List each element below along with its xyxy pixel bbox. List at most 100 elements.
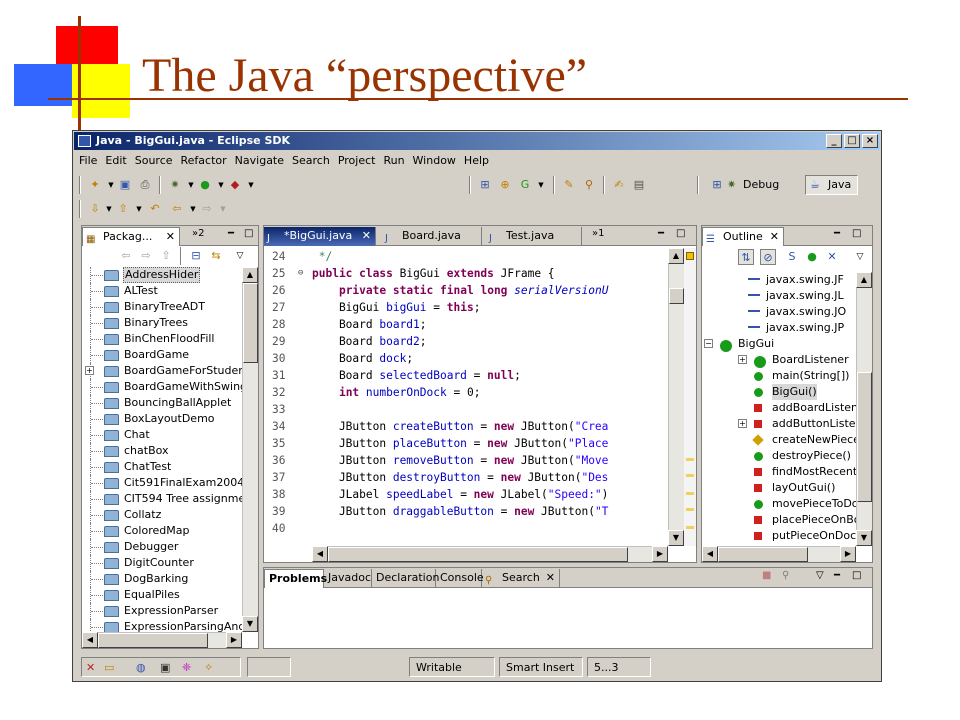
package-tree-item[interactable]: BoxLayoutDemo (82, 411, 242, 427)
back-icon[interactable]: ⇦ (169, 201, 185, 217)
code-line[interactable]: 24 */ (264, 248, 668, 265)
outline-tree-item[interactable]: findMostRecent (702, 464, 856, 480)
menu-navigate[interactable]: Navigate (231, 154, 288, 167)
scroll-left-button[interactable]: ◀ (702, 546, 718, 562)
problems-fastview-icon[interactable]: ✕ (86, 658, 95, 678)
outline-tree-item[interactable]: addBoardListen (702, 400, 856, 416)
maximize-view-icon[interactable]: □ (852, 228, 861, 239)
back-icon[interactable]: ⇦ (118, 248, 134, 264)
outline-tree-item[interactable]: javax.swing.JL (702, 288, 856, 304)
occurrence-marker[interactable] (686, 508, 694, 511)
scroll-thumb[interactable] (718, 547, 808, 562)
scroll-up-button[interactable]: ▲ (856, 272, 872, 288)
scroll-right-button[interactable]: ▶ (840, 546, 856, 562)
new-java-project-icon[interactable]: ⊞ (477, 177, 493, 193)
dropdown-arrow-icon[interactable]: ▼ (131, 201, 147, 217)
package-tree-item[interactable]: BinChenFloodFill (82, 331, 242, 347)
code-line[interactable]: 37 JButton destroyButton = new JButton("… (264, 469, 668, 486)
menu-file[interactable]: File (75, 154, 101, 167)
package-tree-item[interactable]: EqualPiles (82, 587, 242, 603)
scroll-thumb[interactable] (98, 633, 208, 648)
outline-tree-item[interactable]: javax.swing.JP (702, 320, 856, 336)
maximize-view-icon[interactable]: □ (852, 570, 861, 581)
outline-tree-item[interactable]: movePieceToDoc (702, 496, 856, 512)
outline-tree-item[interactable]: + addButtonListen (702, 416, 856, 432)
outline-tree-item[interactable]: main(String[]) (702, 368, 856, 384)
toggle-mark-icon[interactable]: ✍ (611, 177, 627, 193)
code-line[interactable]: 26 private static final long serialVersi… (264, 282, 668, 299)
tab-test-java[interactable]: J Test.java (486, 227, 582, 246)
debug-perspective-button[interactable]: ✷ Debug (725, 177, 779, 193)
menu-edit[interactable]: Edit (101, 154, 130, 167)
menu-window[interactable]: Window (409, 154, 460, 167)
minimize-view-icon[interactable]: ━ (658, 228, 664, 239)
collapse-all-icon[interactable]: ⊟ (188, 248, 204, 264)
scroll-right-button[interactable]: ▶ (226, 632, 242, 648)
menu-refactor[interactable]: Refactor (177, 154, 231, 167)
link-with-editor-icon[interactable]: ⇆ (208, 248, 224, 264)
maximize-view-icon[interactable]: □ (676, 228, 685, 239)
close-icon[interactable]: ✕ (770, 228, 779, 246)
scroll-down-button[interactable]: ▼ (668, 530, 684, 546)
new-package-icon[interactable]: ⊕ (497, 177, 513, 193)
package-tree-item[interactable]: CIT594 Tree assignment (82, 491, 242, 507)
code-line[interactable]: 35 JButton placeButton = new JButton("Pl… (264, 435, 668, 452)
package-tree-item[interactable]: BinaryTrees (82, 315, 242, 331)
tab-package-explorer[interactable]: ▦ Packag... ✕ (82, 227, 180, 246)
editor-horizontal-scrollbar[interactable]: ◀ ▶ (312, 546, 668, 562)
pin-icon[interactable]: ⚲ (782, 570, 789, 581)
menu-run[interactable]: Run (379, 154, 408, 167)
scroll-right-button[interactable]: ▶ (652, 546, 668, 562)
collapse-icon[interactable]: − (704, 339, 713, 348)
outline-tree-item[interactable]: destroyPiece() (702, 448, 856, 464)
package-tree-item[interactable]: + BoardGameForStudents (82, 363, 242, 379)
expand-icon[interactable]: + (738, 419, 747, 428)
code-line[interactable]: 40 (264, 520, 668, 537)
package-tree-item[interactable]: ColoredMap (82, 523, 242, 539)
window-titlebar[interactable]: Java - BigGui.java - Eclipse SDK _ □ × (74, 132, 880, 150)
dropdown-arrow-icon[interactable]: ▼ (215, 201, 231, 217)
occurrence-marker[interactable] (686, 526, 694, 529)
stop-icon[interactable]: ■ (762, 570, 771, 581)
minimize-button[interactable]: _ (826, 134, 842, 148)
scroll-thumb[interactable] (328, 547, 628, 562)
package-tree-item[interactable]: DigitCounter (82, 555, 242, 571)
package-tree-item[interactable]: Debugger (82, 539, 242, 555)
code-line[interactable]: 38 JLabel speedLabel = new JLabel("Speed… (264, 486, 668, 503)
package-tree-item[interactable]: chatBox (82, 443, 242, 459)
scroll-up-button[interactable]: ▲ (242, 267, 258, 283)
expand-icon[interactable]: + (738, 355, 747, 364)
tab-declaration[interactable]: Declaration (372, 569, 439, 588)
package-tree-item[interactable]: BinaryTreeADT (82, 299, 242, 315)
outline-tree-item[interactable]: createNewPiece (702, 432, 856, 448)
minimize-view-icon[interactable]: ━ (228, 228, 234, 239)
close-icon[interactable]: ✕ (546, 569, 555, 587)
warning-marker[interactable] (686, 252, 694, 260)
new-icon[interactable]: ✦ (87, 177, 103, 193)
hide-local-types-icon[interactable]: ✕ (824, 249, 840, 265)
up-icon[interactable]: ⇧ (158, 248, 174, 264)
outline-tree-item[interactable]: placePieceOnBo (702, 512, 856, 528)
editor-vertical-scrollbar[interactable]: ▲ ▼ (668, 248, 684, 546)
tab-outline[interactable]: ☰ Outline ✕ (702, 227, 784, 246)
occurrence-marker[interactable] (686, 492, 694, 495)
close-icon[interactable]: ✕ (362, 227, 371, 245)
scroll-thumb[interactable] (243, 283, 258, 363)
code-line[interactable]: 28 Board board1; (264, 316, 668, 333)
close-button[interactable]: × (862, 134, 878, 148)
tab-board-java[interactable]: J Board.java (382, 227, 482, 246)
outline-vertical-scrollbar[interactable]: ▲ ▼ (856, 272, 872, 546)
code-line[interactable]: 31 Board selectedBoard = null; (264, 367, 668, 384)
package-tree-item[interactable]: Cit591FinalExam2004 (82, 475, 242, 491)
code-line[interactable]: 39 JButton draggableButton = new JButton… (264, 503, 668, 520)
package-tree-item[interactable]: ChatTest (82, 459, 242, 475)
forward-icon[interactable]: ⇨ (138, 248, 154, 264)
overflow-tabs[interactable]: »2 (192, 228, 204, 239)
outline-horizontal-scrollbar[interactable]: ◀ ▶ (702, 546, 856, 562)
external-tools-icon[interactable]: ◆ (227, 177, 243, 193)
code-line[interactable]: 29 Board board2; (264, 333, 668, 350)
java-perspective-button[interactable]: ☕ Java (805, 175, 859, 195)
package-tree-item[interactable]: BoardGame (82, 347, 242, 363)
outline-tree-item[interactable]: javax.swing.JO (702, 304, 856, 320)
hide-non-public-icon[interactable]: ● (804, 249, 820, 265)
